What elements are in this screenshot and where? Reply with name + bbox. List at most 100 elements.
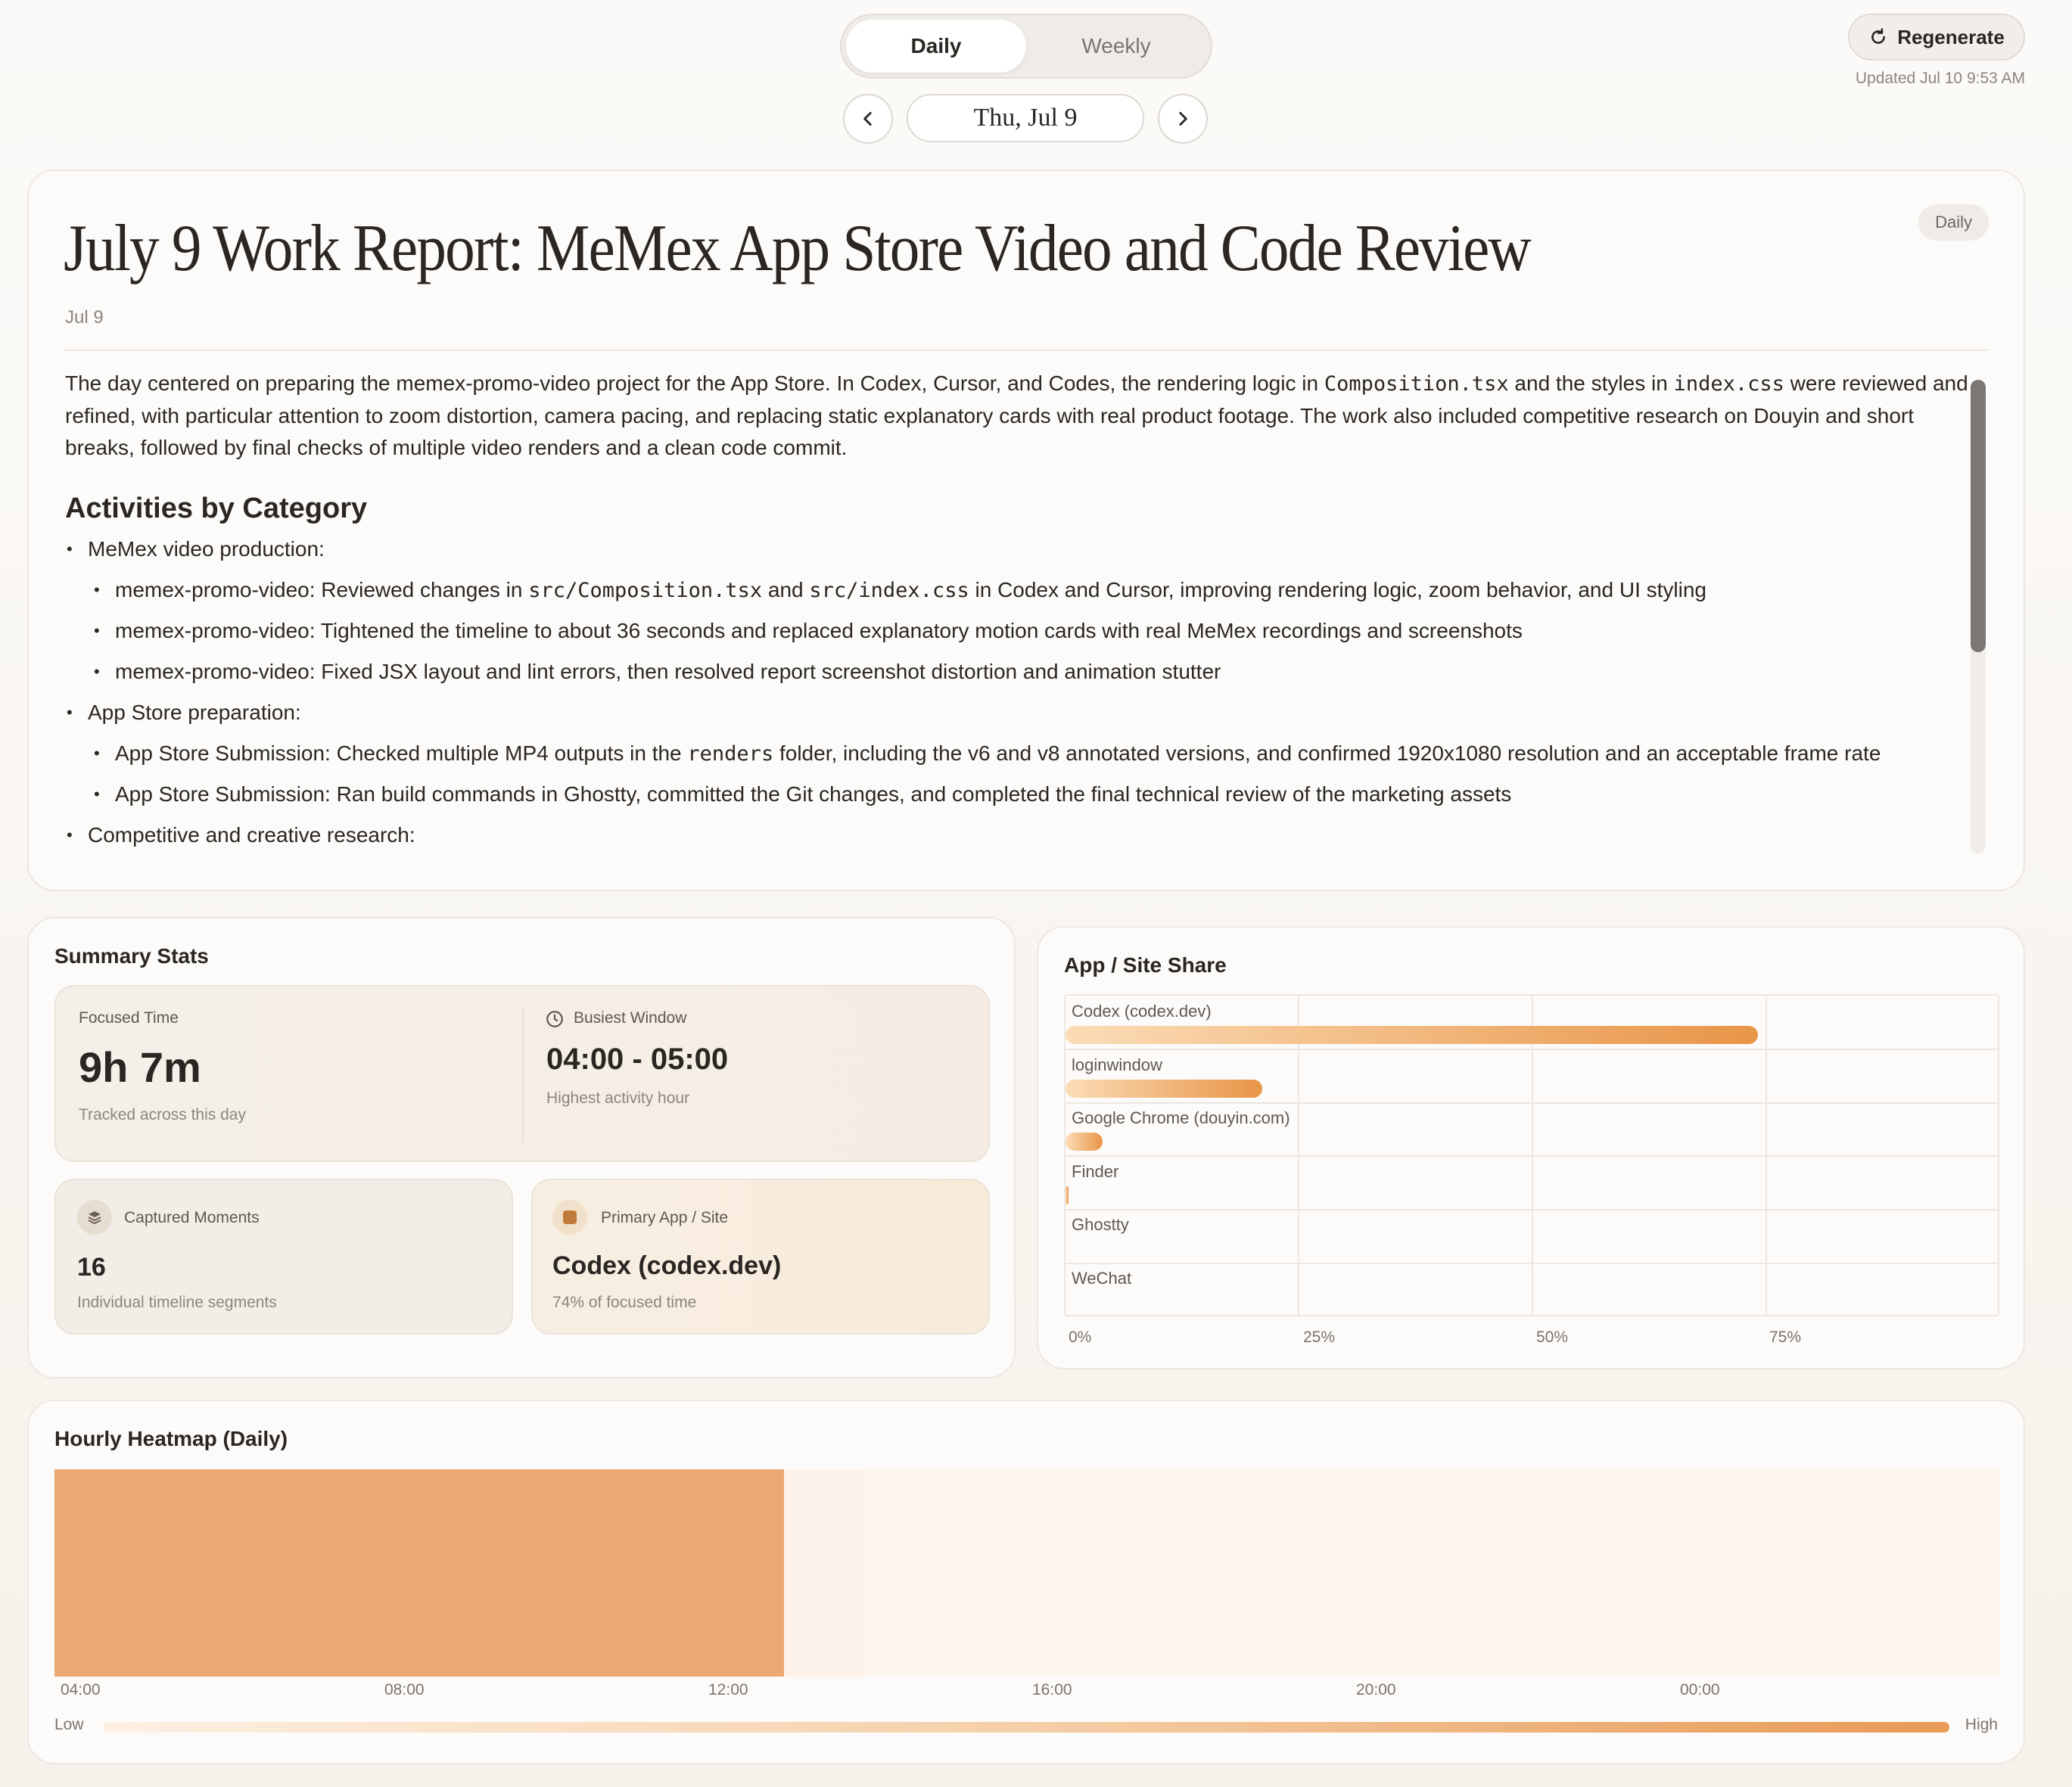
heatmap-cell [540,1469,623,1677]
app-name-label: Google Chrome (douyin.com) [1072,1108,1290,1128]
heatmap-tick: 16:00 [1032,1681,1072,1698]
summary-stats-card: Summary Stats Focused Time 9h 7m Tracked… [27,917,1016,1378]
activities-heading: Activities by Category [65,493,368,524]
legend-low-label: Low [54,1716,84,1733]
scrollbar-thumb[interactable] [1971,380,1986,652]
tab-daily[interactable]: Daily [846,20,1026,73]
app-share-bar [1066,1186,1069,1204]
heatmap-title: Hourly Heatmap (Daily) [54,1427,288,1450]
activity-code: renders [687,742,774,766]
focused-time-sub: Tracked across this day [79,1106,246,1123]
captured-moments-label: Captured Moments [124,1209,260,1226]
app-share-bar [1066,1026,1758,1044]
previous-day-button[interactable] [843,94,893,144]
app-name-label: Codex (codex.dev) [1072,1002,1212,1021]
report-title: July 9 Work Report: MeMex App Store Vide… [64,212,1532,285]
clock-icon [546,1011,563,1027]
heatmap-tick: 12:00 [708,1681,748,1698]
regenerate-button[interactable]: Regenerate [1848,14,2025,61]
heatmap-cell [54,1469,136,1677]
captured-moments-value: 16 [77,1253,106,1282]
tab-weekly[interactable]: Weekly [1026,20,1206,73]
heatmap-cell [459,1469,541,1677]
activity-text: and [762,578,810,601]
view-toggle: Daily Weekly [840,14,1212,79]
report-body[interactable]: The day centered on preparing the memex-… [65,366,1972,873]
app-name-label: WeChat [1072,1269,1132,1288]
activity-text: in Codex and Cursor, improving rendering… [969,578,1707,601]
captured-moments-sub: Individual timeline segments [77,1294,277,1311]
app-name-label: Ghostty [1072,1215,1129,1235]
captured-moments-tile: Captured Moments 16 Individual timeline … [54,1179,513,1335]
report-divider [64,350,1989,351]
updated-timestamp: Updated Jul 10 9:53 AM [1855,70,2025,87]
heatmap-card: Hourly Heatmap (Daily) 04:00 08:00 12:00… [27,1400,2025,1764]
heatmap-tick: 00:00 [1680,1681,1720,1698]
summary-code: index.css [1673,372,1784,396]
app-name-label: Finder [1072,1161,1119,1181]
app-square-icon [552,1200,587,1235]
layers-icon [77,1200,112,1235]
heatmap-cell [216,1469,298,1677]
category-item: MeMex video production: [65,533,1972,565]
refresh-icon [1871,28,1886,44]
primary-app-sub: 74% of focused time [552,1294,697,1311]
category-item: App Store preparation: [65,697,1972,729]
heatmap-cell [135,1469,217,1677]
primary-app-tile: Primary App / Site Codex (codex.dev) 74%… [531,1179,990,1335]
primary-app-value: Codex (codex.dev) [552,1251,782,1280]
chevron-right-icon [1179,112,1187,126]
app-share-row: Ghostty [1066,1209,1998,1262]
heatmap-cell [783,1469,866,1677]
summary-text: and the styles in [1508,371,1674,395]
report-date: Jul 9 [65,307,104,328]
app-name-label: loginwindow [1072,1055,1162,1074]
x-tick-label: 25% [1303,1329,1336,1346]
report-scrollbar[interactable] [1971,380,1986,853]
tile-divider [522,1009,524,1142]
heatmap-cell [702,1469,785,1677]
app-share-row: WeChat [1066,1263,1998,1316]
heatmap-cell [378,1469,460,1677]
app-share-row: loginwindow [1066,1049,1998,1102]
next-day-button[interactable] [1158,94,1208,144]
x-tick-label: 0% [1069,1329,1092,1346]
heatmap-tick: 04:00 [61,1681,101,1698]
legend-high-label: High [1965,1716,1998,1733]
x-tick-label: 50% [1536,1329,1569,1346]
focused-time-label: Focused Time [79,1009,179,1027]
heatmap-cell [621,1469,704,1677]
busiest-window-value: 04:00 - 05:00 [546,1043,729,1076]
activity-text: memex-promo-video: Reviewed changes in [115,578,529,601]
heatmap-tick: 20:00 [1356,1681,1396,1698]
report-summary: The day centered on preparing the memex-… [65,368,1972,464]
chevron-left-icon [863,112,872,126]
x-tick-label: 75% [1769,1329,1802,1346]
date-label[interactable]: Thu, Jul 9 [907,94,1144,142]
heatmap-tick: 08:00 [384,1681,425,1698]
category-item: Competitive and creative research: [65,819,1972,851]
heatmap-area [54,1469,1999,1677]
activity-code: src/Composition.tsx [528,579,763,602]
activity-item: memex-promo-video: Reviewed changes in s… [65,574,1972,606]
primary-app-label: Primary App / Site [601,1209,729,1226]
activity-item: App Store Submission: Ran build commands… [65,779,1972,810]
regenerate-label: Regenerate [1897,25,2005,48]
summary-code: Composition.tsx [1324,372,1509,396]
app-share-bar [1066,1133,1103,1151]
app-share-card: App / Site Share Codex (codex.dev) loginw… [1037,926,2025,1369]
app-share-row: Codex (codex.dev) [1066,996,1998,1049]
heatmap-legend-gradient [103,1722,1949,1733]
focused-busiest-tile: Focused Time 9h 7m Tracked across this d… [54,985,990,1162]
app-share-title: App / Site Share [1064,953,1227,977]
busiest-window-sub: Highest activity hour [546,1089,690,1107]
report-badge: Daily [1918,204,1989,241]
heatmap-cell [297,1469,379,1677]
activity-code: src/index.css [809,579,969,602]
activity-item: memex-promo-video: Fixed JSX layout and … [65,656,1972,688]
app-share-bar [1066,1079,1262,1098]
app-share-row: Google Chrome (douyin.com) [1066,1102,1998,1155]
summary-text: The day centered on preparing the memex-… [65,371,1324,395]
activity-text: folder, including the v6 and v8 annotate… [773,741,1881,765]
activity-item: memex-promo-video: Tightened the timelin… [65,615,1972,647]
